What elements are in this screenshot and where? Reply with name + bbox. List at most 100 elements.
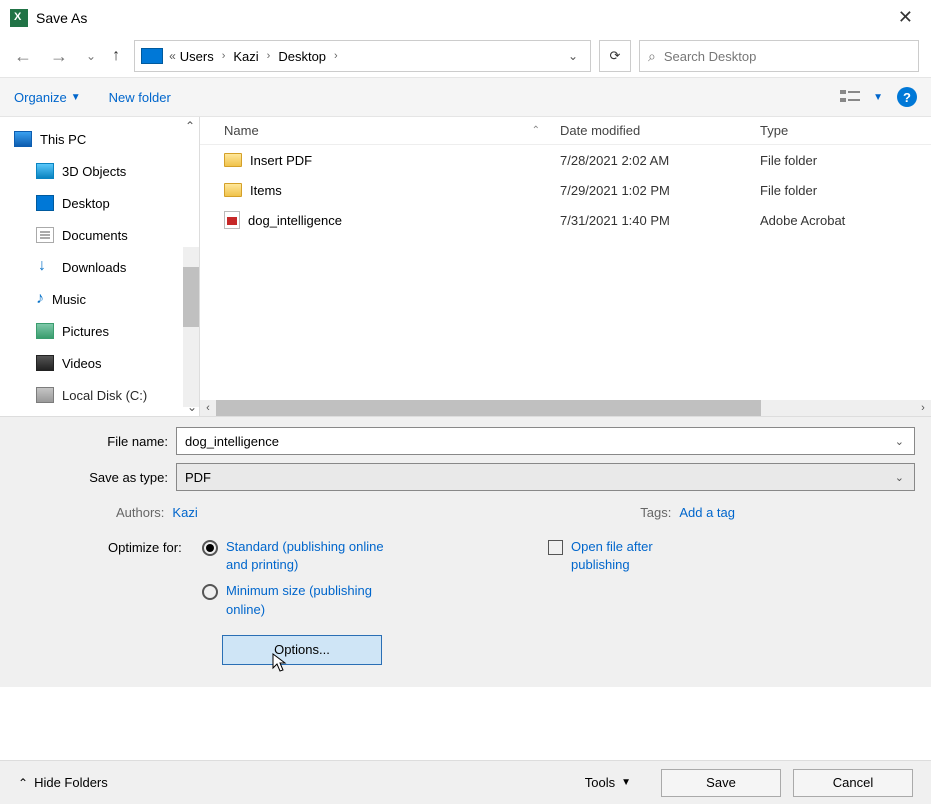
tree-3d-objects[interactable]: 3D Objects: [0, 155, 199, 187]
title-bar: Save As ✕: [0, 0, 931, 35]
tree-music[interactable]: ♪ Music: [0, 283, 199, 315]
scroll-up-icon[interactable]: ⌃: [185, 119, 195, 133]
options-button[interactable]: Options...: [222, 635, 382, 665]
downloads-icon: [36, 259, 54, 275]
opt-minimum-label[interactable]: Minimum size (publishing online): [226, 582, 406, 618]
cancel-button[interactable]: Cancel: [793, 769, 913, 797]
file-type: File folder: [760, 153, 931, 168]
folder-icon: [224, 153, 242, 167]
breadcrumb-users[interactable]: Users: [180, 49, 214, 64]
up-icon[interactable]: ↑: [112, 47, 120, 65]
cancel-label: Cancel: [833, 775, 873, 790]
tree-scroll-thumb[interactable]: [183, 267, 199, 327]
checkbox-open-after[interactable]: [548, 540, 563, 555]
tags-add[interactable]: Add a tag: [679, 505, 735, 520]
search-placeholder: Search Desktop: [664, 49, 757, 64]
sort-asc-icon: ⌃: [532, 125, 540, 136]
chevron-down-icon[interactable]: ⌄: [895, 471, 904, 484]
column-name[interactable]: Name ⌃: [200, 123, 560, 138]
pictures-icon: [36, 323, 54, 339]
back-icon[interactable]: ←: [12, 46, 34, 67]
file-type: Adobe Acrobat: [760, 213, 931, 228]
file-list-header: Name ⌃ Date modified Type: [200, 117, 931, 145]
search-input[interactable]: ⌕ Search Desktop: [639, 40, 919, 72]
radio-standard[interactable]: [202, 540, 218, 556]
chevron-down-icon[interactable]: ⌄: [895, 435, 904, 448]
tree-label: Music: [52, 292, 86, 307]
radio-minimum[interactable]: [202, 584, 218, 600]
recent-dropdown-icon[interactable]: ⌄: [84, 49, 98, 63]
file-list-pane: Name ⌃ Date modified Type Insert PDF 7/2…: [200, 117, 931, 416]
file-date: 7/29/2021 1:02 PM: [560, 183, 760, 198]
authors-value[interactable]: Kazi: [172, 505, 197, 520]
breadcrumb-bar[interactable]: « Users › Kazi › Desktop › ⌄: [134, 40, 591, 72]
column-type[interactable]: Type: [760, 123, 931, 138]
3d-objects-icon: [36, 163, 54, 179]
pc-icon: [141, 48, 163, 64]
tree-desktop[interactable]: Desktop: [0, 187, 199, 219]
nav-tree: ⌃ This PC 3D Objects Desktop Documents D…: [0, 117, 200, 416]
tree-this-pc[interactable]: This PC: [0, 123, 199, 155]
authors-label: Authors:: [116, 505, 164, 520]
chevron-down-icon: ▼: [71, 92, 81, 103]
nav-arrows: ← → ⌄ ↑: [12, 46, 120, 67]
refresh-button[interactable]: ⟳: [599, 40, 631, 72]
chevron-right-icon: ›: [267, 50, 271, 62]
tree-label: Documents: [62, 228, 128, 243]
file-row[interactable]: Items 7/29/2021 1:02 PM File folder: [200, 175, 931, 205]
breadcrumb-desktop[interactable]: Desktop: [278, 49, 326, 64]
tree-pictures[interactable]: Pictures: [0, 315, 199, 347]
nav-row: ← → ⌄ ↑ « Users › Kazi › Desktop › ⌄ ⟳ ⌕…: [0, 35, 931, 77]
open-after-label[interactable]: Open file after publishing: [571, 538, 711, 574]
scroll-left-icon[interactable]: ‹: [200, 402, 216, 414]
tree-downloads[interactable]: Downloads: [0, 251, 199, 283]
scroll-down-icon[interactable]: ⌄: [187, 400, 197, 414]
save-type-select[interactable]: PDF ⌄: [176, 463, 915, 491]
tools-label: Tools: [585, 775, 615, 790]
column-date[interactable]: Date modified: [560, 123, 760, 138]
music-icon: ♪: [36, 290, 44, 308]
column-name-label: Name: [224, 123, 259, 138]
scroll-thumb[interactable]: [216, 400, 761, 416]
horizontal-scrollbar[interactable]: ‹ ›: [200, 400, 931, 416]
chevron-up-icon: ⌃: [18, 776, 28, 790]
tree-videos[interactable]: Videos: [0, 347, 199, 379]
chevron-right-icon: ›: [334, 50, 338, 62]
view-options-icon[interactable]: [839, 87, 863, 107]
save-button[interactable]: Save: [661, 769, 781, 797]
file-name-input[interactable]: dog_intelligence ⌄: [176, 427, 915, 455]
optimize-label: Optimize for:: [108, 538, 202, 555]
tree-label: Videos: [62, 356, 102, 371]
file-type: File folder: [760, 183, 931, 198]
breadcrumb-kazi[interactable]: Kazi: [233, 49, 258, 64]
organize-label: Organize: [14, 90, 67, 105]
videos-icon: [36, 355, 54, 371]
save-type-label: Save as type:: [16, 470, 176, 485]
file-name-label: File name:: [16, 434, 176, 449]
tree-label: Pictures: [62, 324, 109, 339]
disk-icon: [36, 387, 54, 403]
opt-standard-label[interactable]: Standard (publishing online and printing…: [226, 538, 406, 574]
dialog-footer: ⌃ Hide Folders Tools ▼ Save Cancel: [0, 760, 931, 804]
documents-icon: [36, 227, 54, 243]
tools-menu[interactable]: Tools ▼: [585, 775, 631, 790]
close-icon[interactable]: ✕: [890, 7, 921, 28]
file-row[interactable]: Insert PDF 7/28/2021 2:02 AM File folder: [200, 145, 931, 175]
organize-menu[interactable]: Organize ▼: [14, 90, 81, 105]
save-label: Save: [706, 775, 736, 790]
scroll-right-icon[interactable]: ›: [915, 402, 931, 414]
file-name: Insert PDF: [250, 153, 312, 168]
search-icon: ⌕: [648, 48, 656, 65]
scroll-track[interactable]: [216, 400, 915, 416]
tree-label: Local Disk (C:): [62, 388, 147, 403]
tree-documents[interactable]: Documents: [0, 219, 199, 251]
hide-folders-toggle[interactable]: ⌃ Hide Folders: [18, 775, 108, 790]
file-row[interactable]: dog_intelligence 7/31/2021 1:40 PM Adobe…: [200, 205, 931, 235]
forward-icon[interactable]: →: [48, 46, 70, 67]
view-dropdown-icon[interactable]: ▼: [873, 92, 883, 103]
breadcrumb-dropdown-icon[interactable]: ⌄: [562, 49, 584, 63]
tree-label: Desktop: [62, 196, 110, 211]
tree-local-disk-c[interactable]: Local Disk (C:): [0, 379, 199, 411]
new-folder-button[interactable]: New folder: [109, 90, 171, 105]
help-icon[interactable]: ?: [897, 87, 917, 107]
